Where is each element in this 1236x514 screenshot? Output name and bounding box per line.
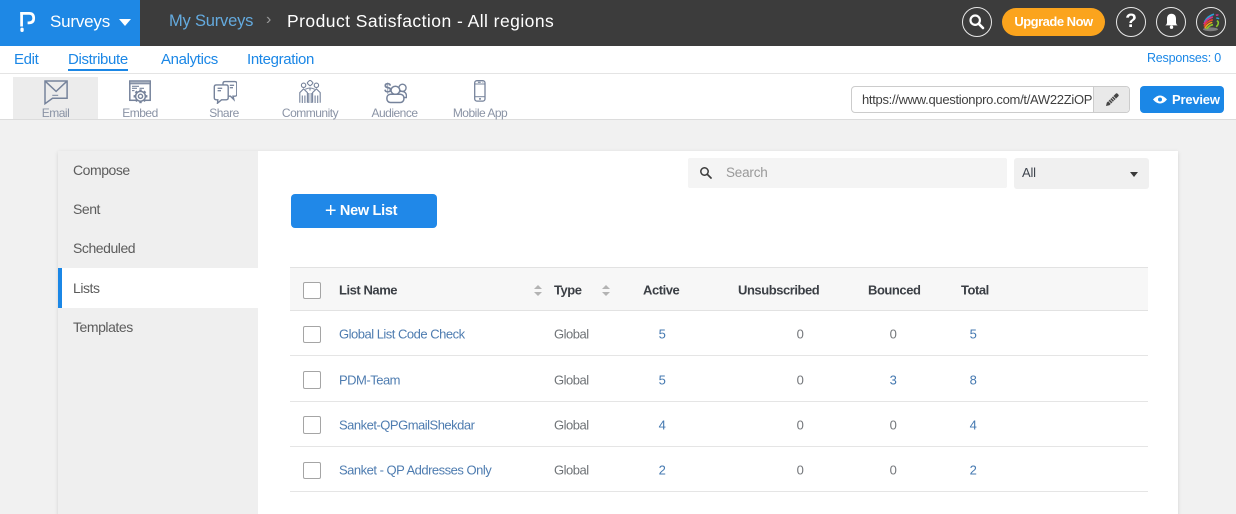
svg-text:$: $ [384,81,392,96]
